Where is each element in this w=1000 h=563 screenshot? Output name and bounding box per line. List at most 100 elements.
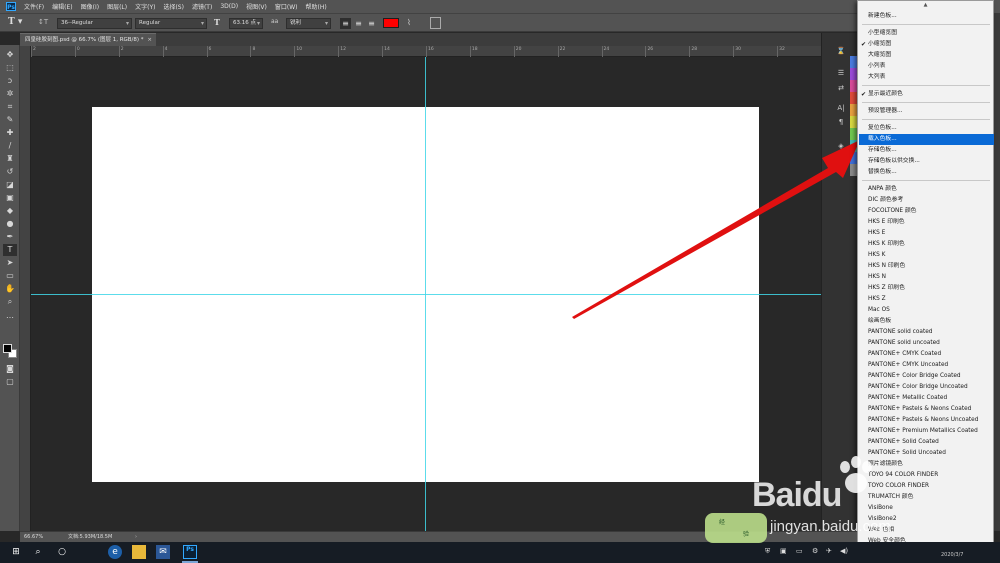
text-color-swatch[interactable] (383, 18, 399, 28)
swatches-menu-item[interactable]: Mac OS (859, 305, 994, 316)
battery-tray-icon[interactable]: ▭ (796, 546, 806, 556)
swatches-menu-item[interactable]: ANPA 颜色 (859, 184, 994, 195)
swatches-menu-item[interactable]: TOYO 94 COLOR FINDER (859, 470, 994, 481)
menu-file[interactable]: 文件(F) (20, 2, 48, 11)
quick-mask-icon[interactable]: ◙ (3, 363, 17, 375)
menu-3d[interactable]: 3D(D) (216, 3, 242, 10)
path-selection-tool-icon[interactable]: ➤ (3, 257, 17, 269)
menu-image[interactable]: 图像(I) (77, 2, 103, 11)
swatches-menu-item[interactable]: 替换色板... (859, 167, 994, 178)
swatches-menu-item[interactable]: TOYO COLOR FINDER (859, 481, 994, 492)
menu-filter[interactable]: 滤镜(T) (188, 2, 216, 11)
swatches-menu-item[interactable]: 新建色板... (859, 11, 994, 22)
swatches-menu-item[interactable]: HKS E 印刷色 (859, 217, 994, 228)
swatches-menu-item[interactable]: PANTONE solid uncoated (859, 338, 994, 349)
swatches-menu-item[interactable]: 载入色板... (859, 134, 994, 145)
paragraph-panel-icon[interactable]: ¶ (835, 117, 847, 128)
swatches-menu-item[interactable]: PANTONE+ Pastels & Neons Coated (859, 404, 994, 415)
font-style-select[interactable]: Regular (135, 18, 207, 29)
swatches-menu-item[interactable]: HKS K (859, 250, 994, 261)
align-center-icon[interactable]: ≡ (353, 18, 364, 29)
screen-mode-icon[interactable]: ▢ (3, 376, 17, 388)
close-icon[interactable]: × (147, 34, 152, 46)
swatches-menu-item[interactable]: PANTONE+ Solid Uncoated (859, 448, 994, 459)
swatches-menu-item[interactable]: PANTONE solid coated (859, 327, 994, 338)
adjustments-panel-icon[interactable]: ☰ (835, 68, 847, 79)
history-brush-tool-icon[interactable]: ↺ (3, 166, 17, 178)
app-tray-icon[interactable]: ▣ (780, 546, 790, 556)
photoshop-taskbar-icon[interactable]: Ps (183, 545, 197, 559)
character-panel-toggle-icon[interactable] (430, 17, 441, 29)
properties-panel-icon[interactable]: ⇄ (835, 83, 847, 94)
swatches-menu-item[interactable]: HKS N (859, 272, 994, 283)
swatches-menu-item[interactable]: HKS K 印刷色 (859, 239, 994, 250)
warp-text-icon[interactable]: ⌇ (407, 17, 419, 29)
settings-tray-icon[interactable]: ⚙ (812, 546, 822, 556)
marquee-tool-icon[interactable]: ⬚ (3, 62, 17, 74)
swatches-menu-item[interactable]: PANTONE+ Color Bridge Coated (859, 371, 994, 382)
security-tray-icon[interactable]: ⛨ (765, 546, 775, 556)
menu-edit[interactable]: 编辑(E) (48, 2, 76, 11)
swatches-menu-item[interactable]: PANTONE+ CMYK Coated (859, 349, 994, 360)
crop-tool-icon[interactable]: ⌗ (3, 101, 17, 113)
network-tray-icon[interactable]: ✈ (826, 546, 836, 556)
magic-wand-tool-icon[interactable]: ✲ (3, 88, 17, 100)
gradient-tool-icon[interactable]: ▣ (3, 192, 17, 204)
scroll-up-icon[interactable]: ▲ (858, 2, 993, 8)
type-tool-preset-icon[interactable]: T ▾ (8, 17, 26, 29)
align-left-icon[interactable]: ≡ (340, 18, 351, 29)
taskbar-date[interactable]: 2020/3/7 (941, 552, 963, 558)
swatches-menu-item[interactable]: PANTONE+ Solid Coated (859, 437, 994, 448)
foreground-color-swatch[interactable] (3, 344, 12, 353)
swatches-menu-item[interactable]: PANTONE+ Premium Metallics Coated (859, 426, 994, 437)
eyedropper-tool-icon[interactable]: ✎ (3, 114, 17, 126)
healing-brush-tool-icon[interactable]: ✚ (3, 127, 17, 139)
swatches-menu-item[interactable]: 存储色板以供交换... (859, 156, 994, 167)
swatches-menu-item[interactable]: HKS N 印刷色 (859, 261, 994, 272)
eraser-tool-icon[interactable]: ◪ (3, 179, 17, 191)
zoom-level[interactable]: 66.67% (24, 532, 43, 542)
swatches-menu-item[interactable]: 存储色板... (859, 145, 994, 156)
menu-select[interactable]: 选择(S) (159, 2, 188, 11)
type-tool-icon[interactable]: T (3, 244, 17, 256)
swatches-menu-item[interactable]: VisiBone (859, 503, 994, 514)
swatches-menu-item[interactable]: FOCOLTONE 颜色 (859, 206, 994, 217)
character-panel-icon[interactable]: A| (835, 103, 847, 114)
menu-view[interactable]: 视图(V) (242, 2, 271, 11)
task-view-icon[interactable]: ○ (55, 545, 69, 559)
volume-tray-icon[interactable]: ◀) (840, 546, 850, 556)
pen-tool-icon[interactable]: ✒ (3, 231, 17, 243)
brush-tool-icon[interactable]: / (3, 140, 17, 152)
blur-tool-icon[interactable]: ◆ (3, 205, 17, 217)
menu-window[interactable]: 窗口(W) (271, 2, 302, 11)
edit-toolbar-icon[interactable]: … (3, 310, 17, 322)
swatches-menu-item[interactable]: PANTONE+ Metallic Coated (859, 393, 994, 404)
swatches-menu-item[interactable]: PANTONE+ Color Bridge Uncoated (859, 382, 994, 393)
swatches-menu-item[interactable]: HKS E (859, 228, 994, 239)
swatches-menu-item[interactable]: 复位色板... (859, 123, 994, 134)
swatches-menu-item[interactable]: 大列表 (859, 72, 994, 83)
swatches-menu-item[interactable]: 绘画色板 (859, 316, 994, 327)
mail-app-icon[interactable]: ✉ (156, 545, 170, 559)
clone-stamp-tool-icon[interactable]: ♜ (3, 153, 17, 165)
rectangle-tool-icon[interactable]: ▭ (3, 270, 17, 282)
swatches-menu-item[interactable]: 小型缩览图 (859, 28, 994, 39)
font-size-select[interactable]: 63.16 点 (229, 18, 263, 29)
swatches-menu-item[interactable]: ✔ 显示最近颜色 (859, 89, 994, 100)
hand-tool-icon[interactable]: ✋ (3, 283, 17, 295)
document-tab[interactable]: 四皇硅胶刻图.psd @ 66.7% (图层 1, RGB/8) * × (20, 33, 156, 46)
swatches-menu-item[interactable]: 预设管理器... (859, 106, 994, 117)
anti-alias-select[interactable]: 锐利 (286, 18, 331, 29)
swatches-menu-item[interactable]: PANTONE+ Pastels & Neons Uncoated (859, 415, 994, 426)
font-family-select[interactable]: 36--Regular (57, 18, 132, 29)
swatches-menu-item[interactable]: 小列表 (859, 61, 994, 72)
swatches-menu-item[interactable]: DIC 颜色参考 (859, 195, 994, 206)
move-tool-icon[interactable]: ✥ (3, 49, 17, 61)
swatches-menu-item[interactable]: 大缩览图 (859, 50, 994, 61)
windows-start-icon[interactable]: ⊞ (9, 545, 23, 559)
browser-app-icon[interactable]: e (108, 545, 122, 559)
swatches-menu-item[interactable]: HKS Z (859, 294, 994, 305)
menu-help[interactable]: 帮助(H) (302, 2, 331, 11)
search-icon[interactable]: ⌕ (31, 545, 45, 559)
menu-type[interactable]: 文字(Y) (131, 2, 159, 11)
